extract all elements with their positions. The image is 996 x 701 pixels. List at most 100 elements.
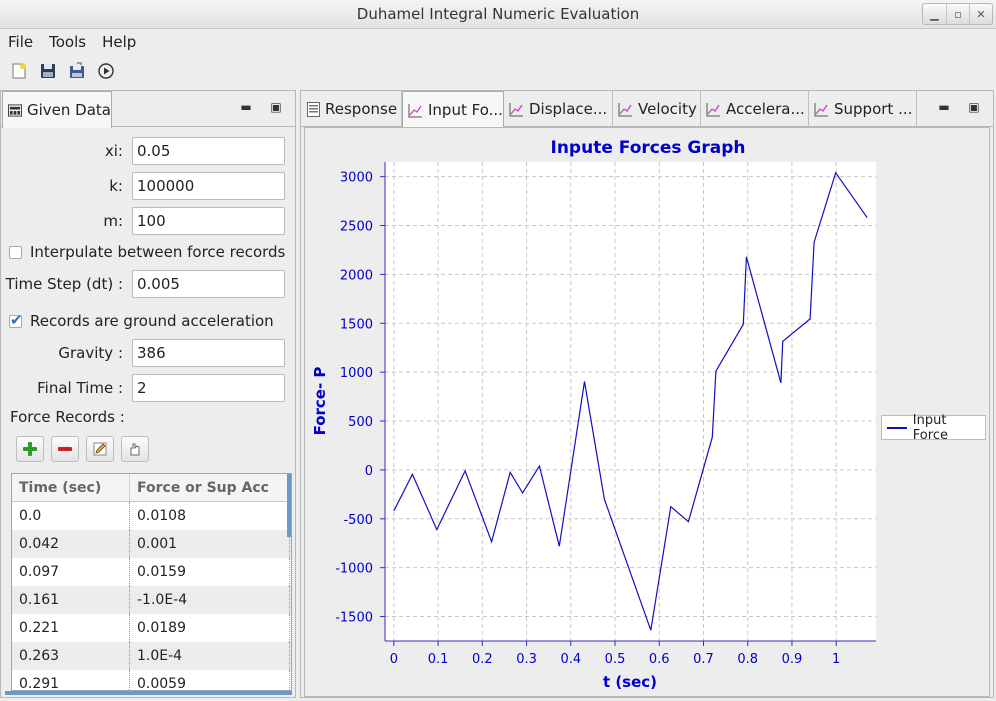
- table-cell[interactable]: 1.0E-4: [130, 642, 290, 670]
- line-chart-icon: [814, 102, 828, 116]
- interpolate-row[interactable]: Interpulate between force records: [9, 243, 285, 261]
- table-cell[interactable]: 0.0108: [130, 502, 290, 530]
- column-header-time[interactable]: Time (sec): [12, 474, 130, 502]
- edit-record-button[interactable]: [86, 436, 114, 462]
- legend-label: Input Force: [912, 412, 948, 443]
- xi-field[interactable]: [132, 137, 285, 165]
- run-icon: [98, 63, 114, 79]
- table-cell[interactable]: 0.0059: [130, 670, 290, 690]
- menu-bar: File Tools Help: [0, 30, 996, 52]
- save-button[interactable]: [37, 60, 59, 82]
- gravity-row: Gravity :: [1, 339, 287, 367]
- y-tick-label: 500: [348, 415, 373, 430]
- remove-record-button[interactable]: [51, 436, 79, 462]
- m-field[interactable]: [132, 207, 285, 235]
- menu-file[interactable]: File: [0, 30, 41, 52]
- import-record-button[interactable]: [121, 436, 149, 462]
- tab-support[interactable]: Support ...: [809, 91, 917, 127]
- document-icon: [307, 101, 320, 117]
- minimize-panel-icon[interactable]: ▬: [239, 100, 253, 114]
- final-time-field[interactable]: [132, 374, 285, 402]
- ground-acc-checkbox[interactable]: ✔: [9, 311, 23, 329]
- y-tick-label: 1500: [340, 317, 373, 332]
- tab-given-data[interactable]: Given Data: [2, 91, 112, 128]
- maximize-window-button[interactable]: ▫: [946, 4, 969, 24]
- tab-displacement[interactable]: Displace...: [504, 91, 613, 127]
- table-row[interactable]: 0.221 0.0189: [12, 614, 291, 642]
- m-label: m:: [103, 212, 123, 230]
- k-row: k:: [1, 172, 287, 200]
- new-file-icon: [12, 63, 26, 79]
- table-cell[interactable]: 0.263: [12, 642, 130, 670]
- maximize-panel-icon[interactable]: ▣: [967, 100, 981, 114]
- final-time-row: Final Time :: [1, 374, 287, 402]
- final-time-label: Final Time :: [37, 379, 123, 397]
- plot-area: [385, 162, 876, 641]
- tab-acceleration-label: Accelera...: [726, 100, 805, 118]
- column-header-force[interactable]: Force or Sup Acc: [130, 474, 290, 502]
- table-cell[interactable]: 0.097: [12, 558, 130, 586]
- table-row[interactable]: 0.097 0.0159: [12, 558, 291, 586]
- dt-field[interactable]: [132, 270, 285, 298]
- x-tick-label: 0.6: [649, 652, 670, 667]
- table-cell[interactable]: 0.161: [12, 586, 130, 614]
- menu-help[interactable]: Help: [94, 30, 144, 52]
- save-icon: [41, 64, 55, 78]
- table-cell[interactable]: 0.221: [12, 614, 130, 642]
- x-tick-label: 0.9: [782, 652, 803, 667]
- tab-response[interactable]: Response: [302, 91, 402, 127]
- table-row[interactable]: 0.042 0.001: [12, 530, 291, 558]
- table-cell[interactable]: 0.0: [12, 502, 130, 530]
- x-tick-label: 0.3: [516, 652, 537, 667]
- table-cell[interactable]: 0.291: [12, 670, 130, 690]
- y-tick-label: -1000: [335, 562, 373, 577]
- add-record-button[interactable]: [16, 436, 44, 462]
- window-title: Duhamel Integral Numeric Evaluation: [356, 5, 640, 23]
- maximize-panel-icon[interactable]: ▣: [269, 100, 283, 114]
- xi-label: xi:: [104, 142, 123, 160]
- table-row[interactable]: 0.161 -1.0E-4: [12, 586, 291, 614]
- tab-velocity-label: Velocity: [638, 100, 697, 118]
- given-data-panel: Given Data ▬ ▣ xi: k: m: Interpulate bet…: [0, 90, 296, 698]
- y-tick-label: 3000: [340, 171, 373, 186]
- table-row[interactable]: 0.0 0.0108: [12, 502, 291, 530]
- table-cell[interactable]: 0.0189: [130, 614, 290, 642]
- line-chart-icon: [408, 103, 422, 117]
- table-row[interactable]: 0.263 1.0E-4: [12, 642, 291, 670]
- table-cell[interactable]: 0.001: [130, 530, 290, 558]
- ground-acc-row[interactable]: ✔ Records are ground acceleration: [9, 311, 274, 330]
- chart-legend: Input Force: [881, 412, 986, 443]
- minus-icon: [58, 447, 72, 451]
- table-cell[interactable]: 0.0159: [130, 558, 290, 586]
- tab-input-force-label: Input Fo...: [428, 101, 503, 119]
- tab-velocity[interactable]: Velocity: [613, 91, 701, 127]
- tab-input-force[interactable]: Input Fo...: [402, 91, 504, 128]
- minimize-panel-icon[interactable]: ▬: [937, 100, 951, 114]
- y-axis-label: Force- P: [311, 367, 329, 436]
- run-button[interactable]: [95, 60, 117, 82]
- line-chart-icon: [509, 102, 523, 116]
- table-vertical-scrollbar[interactable]: [287, 474, 291, 537]
- table-cell[interactable]: 0.042: [12, 530, 130, 558]
- new-file-button[interactable]: [8, 60, 30, 82]
- interpolate-checkbox[interactable]: [9, 245, 22, 259]
- table-row[interactable]: 0.291 0.0059: [12, 670, 291, 690]
- gravity-field[interactable]: [132, 339, 285, 367]
- menu-tools[interactable]: Tools: [41, 30, 94, 52]
- y-tick-label: 2500: [340, 220, 373, 235]
- given-data-controls: ▬ ▣: [239, 100, 283, 114]
- line-chart-icon: [706, 102, 720, 116]
- tab-acceleration[interactable]: Accelera...: [701, 91, 809, 127]
- table-horizontal-scrollbar[interactable]: [5, 691, 292, 695]
- x-tick-label: 0.8: [737, 652, 758, 667]
- ground-acc-label: Records are ground acceleration: [30, 312, 274, 330]
- chart-title: Inpute Forces Graph: [551, 138, 746, 158]
- save-as-button[interactable]: [66, 60, 88, 82]
- close-window-button[interactable]: ✕: [969, 4, 992, 24]
- table-cell[interactable]: -1.0E-4: [130, 586, 290, 614]
- minimize-window-button[interactable]: ▁: [923, 4, 946, 24]
- x-tick-label: 0.7: [693, 652, 714, 667]
- x-tick-label: 1: [832, 652, 840, 667]
- chart-area: Inpute Forces Graph 0 0.1 0.2 0.3 0.4 0.5 0.6 0…: [304, 127, 990, 697]
- k-field[interactable]: [132, 172, 285, 200]
